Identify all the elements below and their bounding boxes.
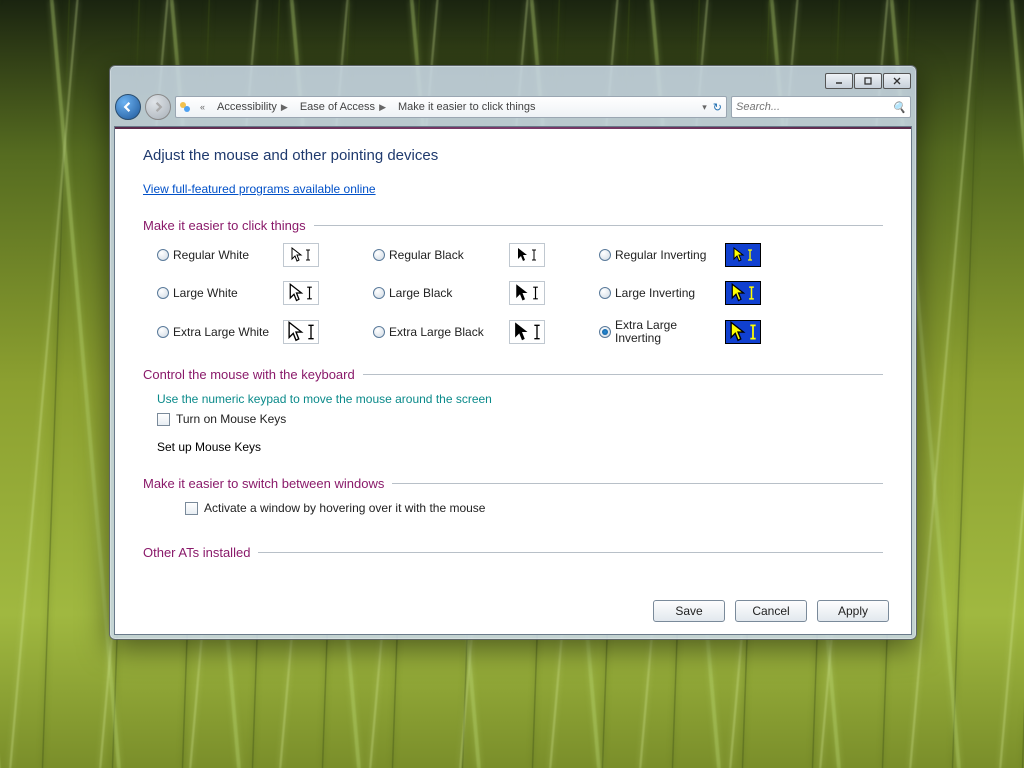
radio-large-black[interactable] — [373, 287, 385, 299]
label-regular-black: Regular Black — [389, 248, 509, 262]
setup-mouse-keys-link[interactable]: Set up Mouse Keys — [157, 440, 883, 454]
label-large-black: Large Black — [389, 286, 509, 300]
search-input[interactable] — [736, 101, 892, 113]
label-regular-white: Regular White — [173, 248, 283, 262]
breadcrumb-seg-accessibility[interactable]: Accessibility▶ — [211, 97, 294, 117]
address-bar[interactable]: « Accessibility▶ Ease of Access▶ Make it… — [175, 96, 727, 118]
radio-xlarge-white[interactable] — [157, 326, 169, 338]
label-hover-activate: Activate a window by hovering over it wi… — [204, 501, 485, 515]
label-large-inverting: Large Inverting — [615, 286, 725, 300]
breadcrumb-seg-current[interactable]: Make it easier to click things — [392, 97, 542, 117]
window: « Accessibility▶ Ease of Access▶ Make it… — [109, 65, 917, 640]
cancel-button[interactable]: Cancel — [735, 600, 807, 622]
online-programs-link[interactable]: View full-featured programs available on… — [143, 182, 376, 196]
cursor-sample-large-white — [283, 281, 319, 305]
save-button[interactable]: Save — [653, 600, 725, 622]
forward-button[interactable] — [145, 94, 171, 120]
pointer-grid: Regular White Regular Black Regular Inve… — [157, 243, 883, 345]
cursor-sample-xlarge-white — [283, 320, 319, 344]
radio-large-inverting[interactable] — [599, 287, 611, 299]
cursor-sample-regular-white — [283, 243, 319, 267]
mouse-keys-desc: Use the numeric keypad to move the mouse… — [157, 392, 883, 406]
navbar: « Accessibility▶ Ease of Access▶ Make it… — [115, 92, 911, 122]
label-xlarge-inverting: Extra Large Inverting — [615, 319, 725, 345]
cursor-sample-large-black — [509, 281, 545, 305]
chevron-left-icon: « — [200, 102, 205, 112]
radio-regular-white[interactable] — [157, 249, 169, 261]
checkbox-mouse-keys[interactable] — [157, 413, 170, 426]
cursor-sample-xlarge-black — [509, 320, 545, 344]
breadcrumb-overflow[interactable]: « — [194, 97, 211, 117]
checkbox-hover-activate[interactable] — [185, 502, 198, 515]
cursor-sample-xlarge-inverting — [725, 320, 761, 344]
page-title: Adjust the mouse and other pointing devi… — [143, 147, 883, 164]
chevron-right-icon: ▶ — [281, 102, 288, 113]
section-pointers: Make it easier to click things — [143, 218, 883, 233]
cursor-sample-large-inverting — [725, 281, 761, 305]
radio-xlarge-black[interactable] — [373, 326, 385, 338]
radio-xlarge-inverting[interactable] — [599, 326, 611, 338]
label-large-white: Large White — [173, 286, 283, 300]
back-button[interactable] — [115, 94, 141, 120]
apply-button[interactable]: Apply — [817, 600, 889, 622]
section-other-ats: Other ATs installed — [143, 545, 883, 560]
cursor-sample-regular-inverting — [725, 243, 761, 267]
label-mouse-keys: Turn on Mouse Keys — [176, 412, 286, 426]
dropdown-icon[interactable]: ▾ — [702, 102, 707, 113]
refresh-button[interactable]: ↻ — [713, 101, 722, 114]
search-icon[interactable]: 🔍 — [892, 101, 906, 114]
radio-regular-black[interactable] — [373, 249, 385, 261]
content-frame: Adjust the mouse and other pointing devi… — [114, 126, 912, 635]
radio-large-white[interactable] — [157, 287, 169, 299]
label-xlarge-black: Extra Large Black — [389, 325, 509, 339]
cursor-sample-regular-black — [509, 243, 545, 267]
section-keyboard: Control the mouse with the keyboard — [143, 367, 883, 382]
breadcrumb-seg-ease-of-access[interactable]: Ease of Access▶ — [294, 97, 392, 117]
label-regular-inverting: Regular Inverting — [615, 248, 725, 262]
label-xlarge-white: Extra Large White — [173, 325, 283, 339]
radio-regular-inverting[interactable] — [599, 249, 611, 261]
minimize-button[interactable] — [825, 73, 853, 89]
titlebar — [110, 66, 916, 92]
maximize-button[interactable] — [854, 73, 882, 89]
chevron-right-icon: ▶ — [379, 102, 386, 113]
location-icon — [176, 100, 194, 114]
section-switch: Make it easier to switch between windows — [143, 476, 883, 491]
footer-buttons: Save Cancel Apply — [653, 600, 889, 622]
search-box[interactable]: 🔍 — [731, 96, 911, 118]
close-button[interactable] — [883, 73, 911, 89]
